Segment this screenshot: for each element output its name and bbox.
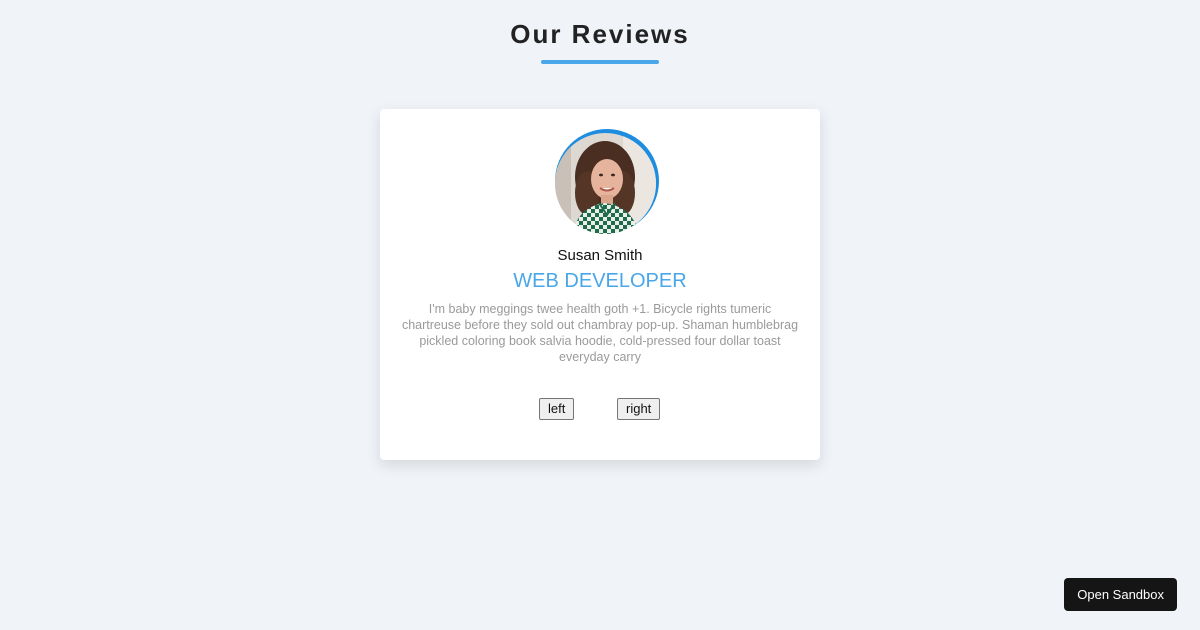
review-card: Susan Smith web developer I'm baby meggi… (380, 109, 820, 460)
prev-button[interactable]: left (539, 398, 575, 420)
title-underline (541, 60, 659, 64)
avatar (555, 133, 656, 234)
avatar-container (555, 129, 659, 234)
next-button[interactable]: right (617, 398, 661, 420)
page-title: Our Reviews (510, 19, 690, 49)
title-section: Our Reviews (0, 18, 1200, 64)
person-photo-icon (555, 133, 656, 234)
job-title: web developer (513, 270, 687, 292)
review-text: I'm baby meggings twee health goth +1. B… (401, 302, 799, 364)
open-sandbox-button[interactable]: Open Sandbox (1064, 578, 1177, 611)
page: Our Reviews Susan Smith WEB DEVELOPER I'… (0, 0, 1200, 630)
author-name: Susan Smith (557, 247, 643, 264)
